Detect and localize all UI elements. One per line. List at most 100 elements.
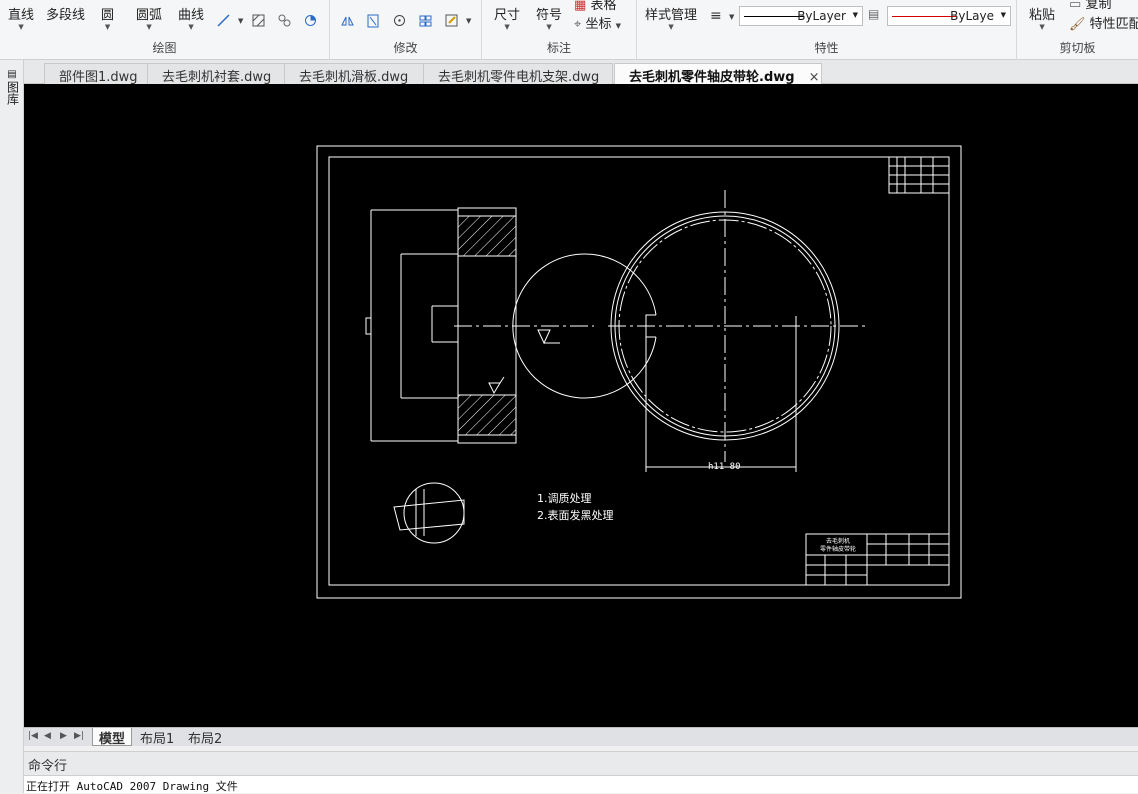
tab-document-4[interactable]: 去毛刺机零件电机支架.dwg	[423, 63, 613, 85]
tab-document-4-label: 去毛刺机零件电机支架.dwg	[438, 70, 600, 85]
left-tool-strip: ▤ 图库	[0, 60, 24, 793]
region-icon[interactable]	[277, 13, 292, 28]
mirror-icon[interactable]	[340, 13, 355, 28]
pulley-front-view	[512, 190, 868, 472]
sheet-outer-border	[316, 145, 962, 599]
rotate-icon[interactable]	[392, 13, 407, 28]
line-dropdown-icon: ▼	[18, 23, 24, 31]
note-1: 1.调质处理	[537, 492, 592, 505]
paste-button[interactable]: 粘贴 ▼	[1029, 4, 1055, 31]
coordinate-button[interactable]: ⌖ 坐标 ▼	[574, 13, 621, 32]
last-layout-icon[interactable]: ▶|	[74, 731, 84, 741]
title-block-name-1: 去毛刺机	[826, 537, 850, 545]
table-icon: ▦	[574, 0, 587, 13]
drawing-canvas[interactable]: h11 80 1.调质处理 2.表面发黑处理 去毛刺机 零件轴皮带轮	[24, 84, 1138, 727]
clipboard-panel-title: 剪切板	[1059, 41, 1096, 55]
modify-panel-title: 修改	[393, 41, 418, 55]
tab-document-2-label: 去毛刺机衬套.dwg	[162, 70, 272, 85]
pulley-section-view	[365, 207, 594, 444]
tab-document-1[interactable]: 部件图1.dwg	[44, 63, 164, 85]
polyline-button[interactable]: 多段线	[46, 4, 85, 23]
first-layout-icon[interactable]: |◀	[28, 731, 38, 741]
document-tab-bar: 部件图1.dwg 去毛刺机衬套.dwg 去毛刺机滑板.dwg 去毛刺机零件电机支…	[24, 60, 1138, 85]
coordinate-label: 坐标	[585, 17, 612, 32]
hatch-icon[interactable]	[251, 13, 266, 28]
xline-dropdown-icon[interactable]: ▼	[238, 17, 243, 25]
linetype-value: ByLayer	[797, 9, 846, 23]
copy-button[interactable]: ▭ 复制	[1069, 0, 1111, 12]
copy-label: 复制	[1085, 0, 1112, 12]
edit-icon[interactable]	[444, 13, 459, 28]
arc-label: 圆弧	[136, 8, 163, 23]
code-block	[888, 156, 950, 194]
tab-document-3[interactable]: 去毛刺机滑板.dwg	[284, 63, 424, 85]
line-button[interactable]: 直线 ▼	[8, 4, 34, 31]
lineweight-dropdown-icon[interactable]: ▼	[729, 13, 734, 21]
command-history[interactable]: 正在打开 AutoCAD 2007 Drawing 文件	[24, 775, 1138, 793]
coordinate-icon: ⌖	[574, 17, 582, 32]
line-label: 直线	[8, 8, 35, 23]
style-manager-button[interactable]: 样式管理 ▼	[645, 4, 697, 31]
curve-label: 曲线	[178, 8, 205, 23]
tab-layout-1[interactable]: 布局1	[134, 728, 180, 747]
match-properties-button[interactable]: 🖌 特性匹配	[1069, 13, 1138, 32]
tab-document-5[interactable]: 去毛刺机零件轴皮带轮.dwg ×	[614, 63, 822, 85]
linetype-dropdown-icon: ▼	[852, 11, 858, 19]
draw-panel-title: 绘图	[152, 41, 177, 55]
sheet-inner-border	[328, 156, 950, 586]
match-properties-icon: 🖌	[1069, 17, 1086, 32]
color-sample	[892, 16, 956, 17]
lineweight-pattern-icon[interactable]: ▤	[868, 7, 879, 21]
color-combo[interactable]: ByLaye ▼	[887, 6, 1011, 26]
next-layout-icon[interactable]: ▶	[60, 731, 67, 741]
curve-dropdown-icon: ▼	[188, 23, 194, 31]
tab-layout-2[interactable]: 布局2	[182, 728, 228, 747]
xline-icon[interactable]	[216, 13, 231, 28]
style-manager-label: 样式管理	[645, 8, 698, 23]
tab-model[interactable]: 模型	[92, 728, 133, 747]
linetype-combo[interactable]: ByLayer ▼	[739, 6, 863, 26]
arc-dropdown-icon: ▼	[146, 23, 152, 31]
annotate-panel-title: 标注	[546, 41, 571, 55]
library-tab[interactable]: ▤ 图库	[3, 68, 21, 108]
color-value: ByLaye	[950, 9, 994, 23]
tab-model-label: 模型	[99, 732, 126, 747]
tab-document-1-label: 部件图1.dwg	[59, 70, 138, 85]
symbol-button[interactable]: 符号 ▼	[536, 4, 562, 31]
dimension-dropdown-icon: ▼	[504, 23, 510, 31]
polyline-label: 多段线	[46, 8, 86, 23]
command-history-line: 正在打开 AutoCAD 2007 Drawing 文件	[26, 780, 238, 793]
circle-label: 圆	[101, 8, 115, 23]
dimension-button[interactable]: 尺寸 ▼	[494, 4, 520, 31]
color-dropdown-icon: ▼	[1000, 11, 1006, 19]
library-icon: ▤	[7, 69, 17, 80]
annotate-panel: 尺寸 ▼ 符号 ▼ ▦ 表格 ⌖ 坐标 ▼ 标注	[482, 0, 637, 60]
table-label: 表格	[590, 0, 617, 13]
modify-dropdown-icon[interactable]: ▼	[466, 17, 471, 25]
drawing-svg: h11 80 1.调质处理 2.表面发黑处理 去毛刺机 零件轴皮带轮	[316, 145, 962, 599]
layout-tab-bar: |◀ ◀ ▶ ▶| 模型 布局1 布局2	[24, 727, 1138, 747]
boundary-icon[interactable]	[303, 13, 318, 28]
array-icon[interactable]	[418, 13, 433, 28]
tab-document-3-label: 去毛刺机滑板.dwg	[299, 70, 409, 85]
clipboard-panel: 粘贴 ▼ ▭ 复制 🖌 特性匹配 剪切板	[1017, 0, 1138, 60]
curve-button[interactable]: 曲线 ▼	[178, 4, 204, 31]
lineweight-icon[interactable]: ≡	[710, 8, 722, 24]
title-block-name-2: 零件轴皮带轮	[820, 545, 856, 553]
command-line-title: 命令行	[24, 751, 1138, 775]
prev-layout-icon[interactable]: ◀	[44, 731, 51, 741]
scale-icon[interactable]	[366, 13, 381, 28]
match-properties-label: 特性匹配	[1089, 17, 1138, 32]
arc-button[interactable]: 圆弧 ▼	[136, 4, 162, 31]
draw-panel: 直线 ▼ 多段线 圆 ▼ 圆弧 ▼ 曲线 ▼ ▼ 绘图	[0, 0, 330, 60]
circle-dropdown-icon: ▼	[104, 23, 111, 31]
tab-document-2[interactable]: 去毛刺机衬套.dwg	[147, 63, 287, 85]
note-2: 2.表面发黑处理	[537, 508, 614, 522]
circle-button[interactable]: 圆 ▼	[101, 4, 114, 31]
tab-layout-1-label: 布局1	[140, 732, 175, 747]
close-tab-icon[interactable]: ×	[809, 70, 820, 85]
paste-dropdown-icon: ▼	[1039, 23, 1045, 31]
table-button[interactable]: ▦ 表格	[574, 0, 616, 13]
properties-panel: 样式管理 ▼ ≡ ▼ ByLayer ▼ ▤ ByLaye ▼ 特性	[637, 0, 1017, 60]
ribbon: 直线 ▼ 多段线 圆 ▼ 圆弧 ▼ 曲线 ▼ ▼ 绘图 ▼ 修改 尺寸 ▼ 符号…	[0, 0, 1138, 60]
